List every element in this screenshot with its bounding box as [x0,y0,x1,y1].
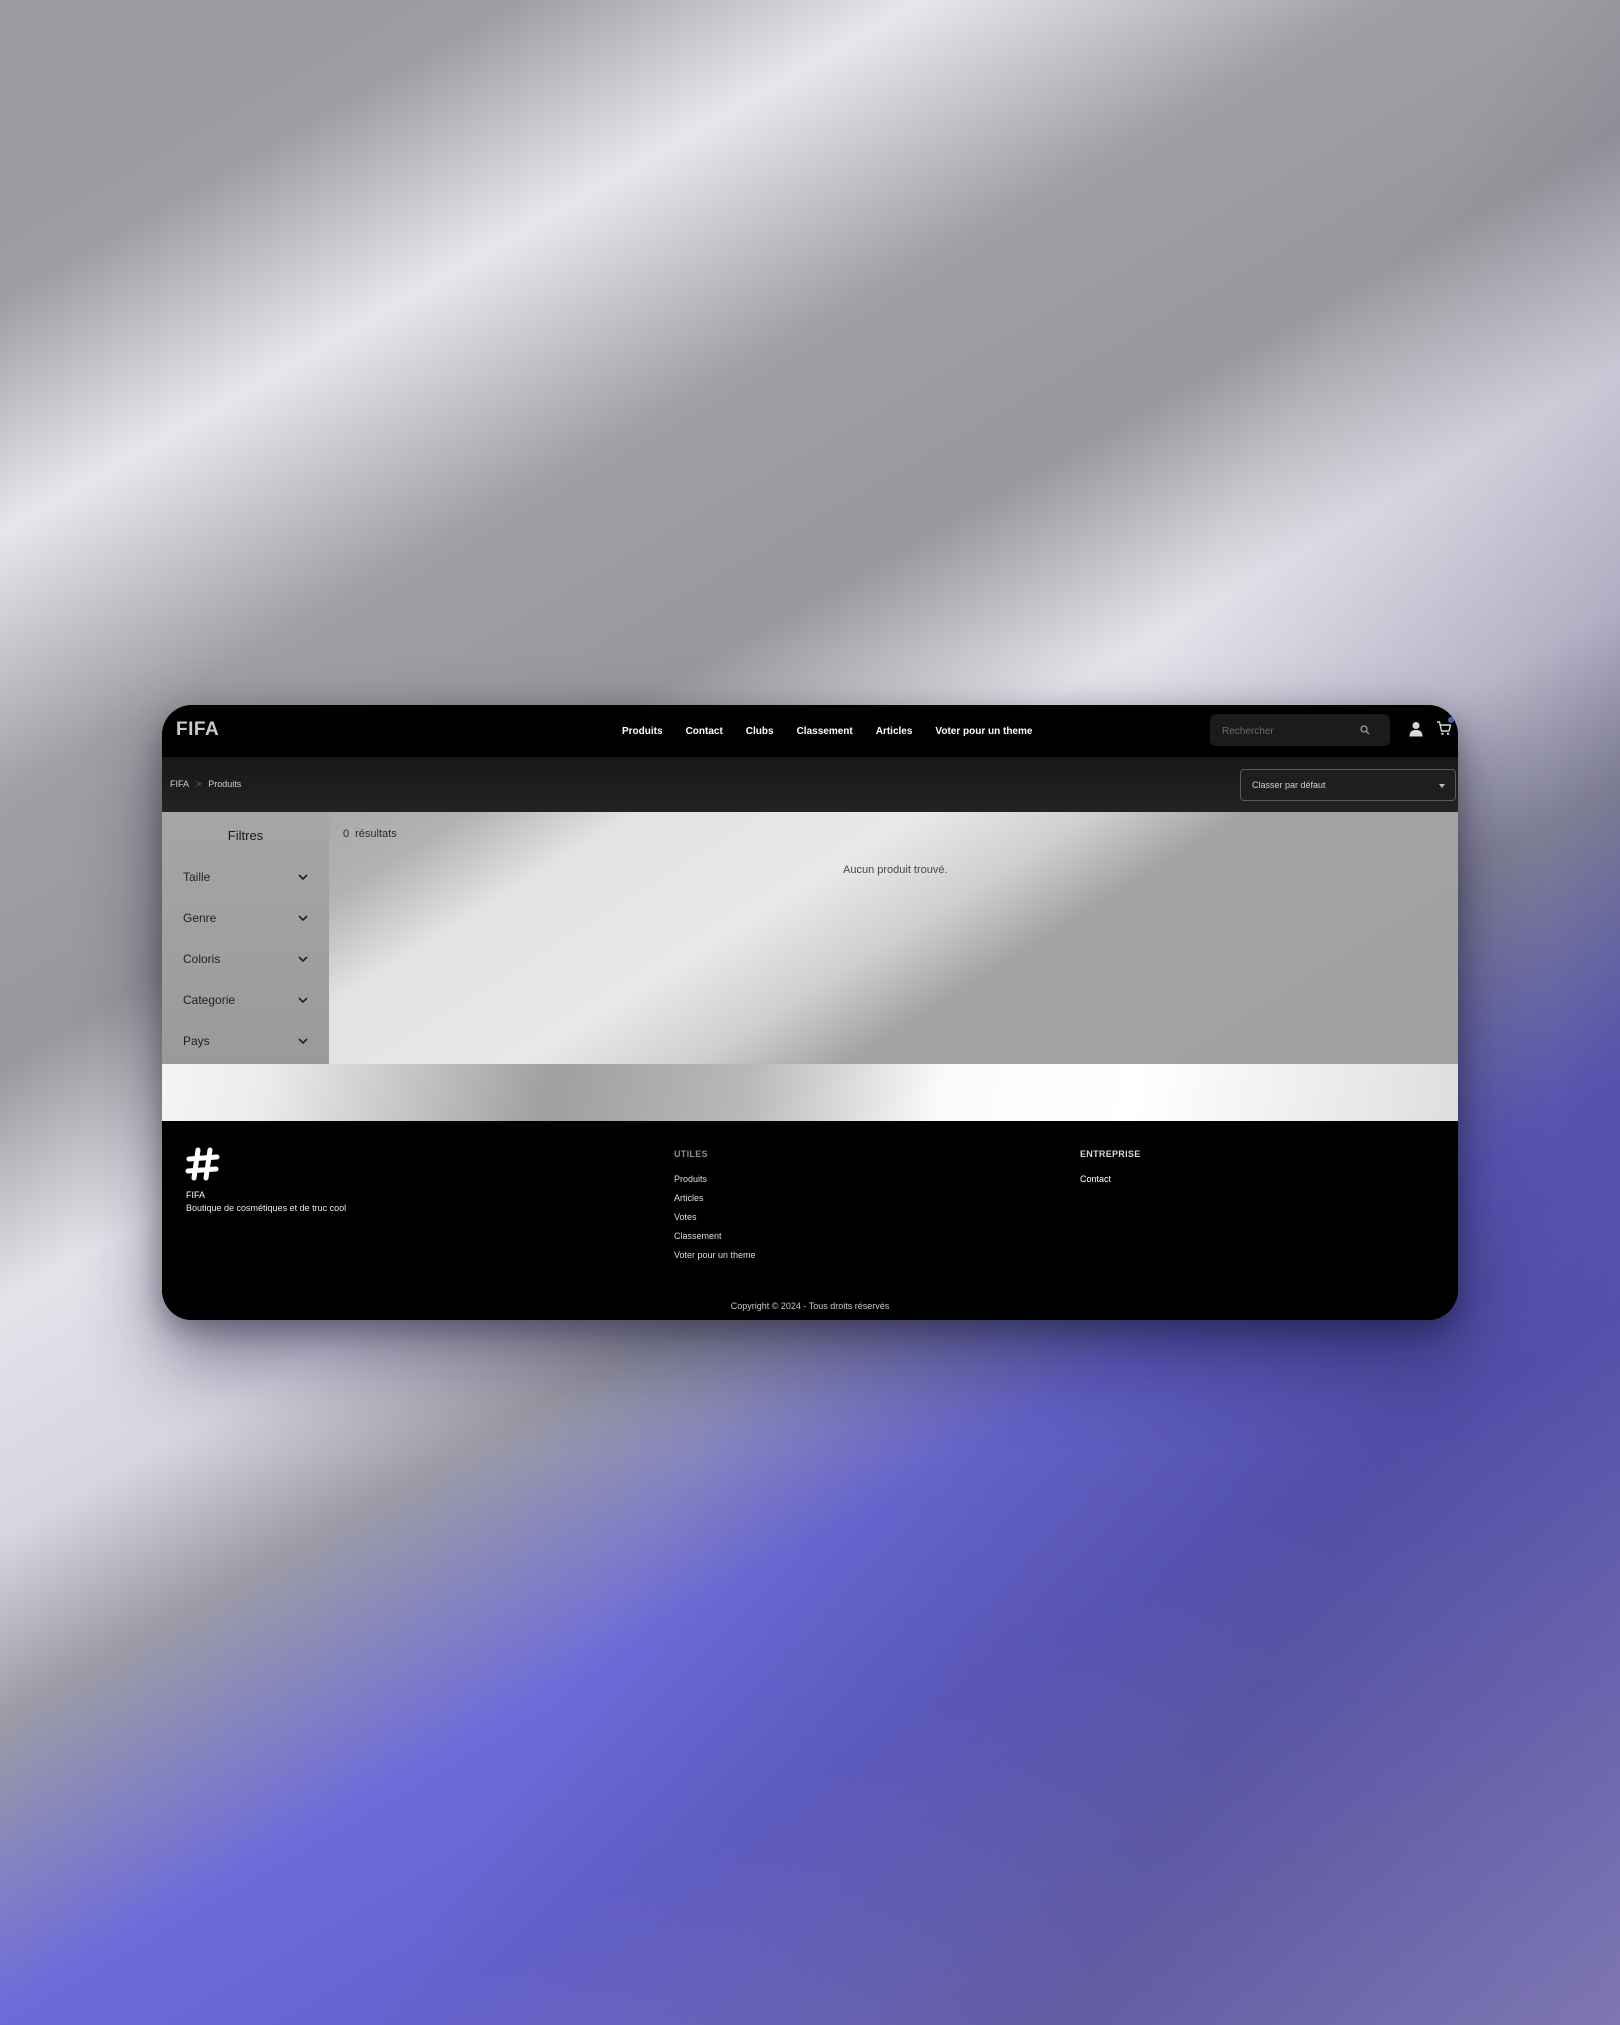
browser-window: FIFA Produits Contact Clubs Classement A… [162,705,1458,1320]
main-nav: Produits Contact Clubs Classement Articl… [622,705,1032,757]
hashtag-logo-icon [185,1147,220,1181]
footer: FIFA Boutique de cosmétiques et de truc … [162,1121,1458,1320]
results-count: 0 résultats [343,828,397,840]
filter-label: Coloris [183,952,221,966]
footer-col-utiles-title: UTILES [674,1149,708,1159]
results-number: 0 [343,828,350,840]
breadcrumb-current: Produits [208,779,242,789]
nav-contact[interactable]: Contact [686,726,723,737]
filter-label: Pays [183,1034,210,1048]
filter-label: Genre [183,911,217,925]
filter-coloris[interactable]: Coloris [183,949,309,969]
footer-tagline: Boutique de cosmétiques et de truc cool [186,1203,347,1213]
nav-classement[interactable]: Classement [797,726,853,737]
caret-down-icon [1439,784,1445,788]
footer-brand: FIFA [186,1190,206,1200]
copyright: Copyright © 2024 - Tous droits réservés [730,1301,890,1311]
footer-link-votes[interactable]: Votes [674,1212,697,1222]
sort-select[interactable]: Classer par défaut [1240,769,1456,801]
footer-link-classement[interactable]: Classement [674,1231,722,1241]
footer-link-contact[interactable]: Contact [1080,1174,1111,1184]
filters-sidebar: Filtres Taille Genre Coloris Categorie P… [162,812,329,1064]
breadcrumb: FIFA > Produits [170,779,241,789]
cart-badge [1448,717,1454,723]
spacer-band [162,1064,1458,1121]
sort-selected-label: Classer par défaut [1252,780,1326,790]
search-icon[interactable] [1360,725,1370,735]
toolbar: FIFA > Produits Classer par défaut [162,757,1458,812]
breadcrumb-home[interactable]: FIFA [170,779,189,789]
nav-produits[interactable]: Produits [622,726,663,737]
filter-categorie[interactable]: Categorie [183,990,309,1010]
main-content: Filtres Taille Genre Coloris Categorie P… [162,812,1458,1064]
footer-link-produits[interactable]: Produits [674,1174,707,1184]
filter-genre[interactable]: Genre [183,908,309,928]
top-navbar: FIFA Produits Contact Clubs Classement A… [162,705,1458,757]
chevron-down-icon [298,956,308,963]
chevron-down-icon [298,915,308,922]
chevron-down-icon [298,997,308,1004]
nav-clubs[interactable]: Clubs [746,726,774,737]
site-logo[interactable]: FIFA [176,719,219,741]
footer-col-entreprise-title: ENTREPRISE [1080,1149,1141,1159]
footer-link-articles[interactable]: Articles [674,1193,704,1203]
search-box [1210,714,1390,748]
filter-taille[interactable]: Taille [183,867,309,887]
footer-link-voter[interactable]: Voter pour un theme [674,1250,756,1260]
breadcrumb-separator: > [196,779,202,789]
nav-voter[interactable]: Voter pour un theme [935,726,1032,737]
results-label: résultats [355,828,397,840]
filter-label: Taille [183,870,211,884]
chevron-down-icon [298,1038,308,1045]
filters-title: Filtres [227,828,264,843]
user-icon[interactable] [1409,721,1423,737]
empty-message: Aucun produit trouvé. [843,864,948,876]
filter-pays[interactable]: Pays [183,1031,309,1051]
filter-label: Categorie [183,993,236,1007]
nav-articles[interactable]: Articles [876,726,913,737]
chevron-down-icon [298,874,308,881]
search-input[interactable] [1220,714,1364,748]
